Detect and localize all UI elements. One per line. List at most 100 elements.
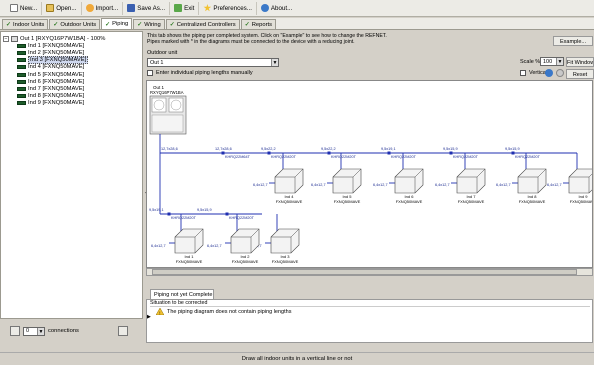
tree-item-indoor-unit[interactable]: Ind 7 [FXNQ50MAVE] bbox=[3, 85, 140, 92]
tab-reports[interactable]: ✓ Reports bbox=[240, 19, 277, 29]
pipe-size-label: 9,5x19,1 bbox=[381, 147, 396, 151]
new-button[interactable]: New... bbox=[6, 1, 43, 15]
indoor-unit-icon[interactable] bbox=[270, 228, 300, 254]
save-as-button[interactable]: Save As... bbox=[123, 1, 171, 15]
tab-outdoor-units[interactable]: ✓ Outdoor Units bbox=[49, 19, 101, 29]
exit-button[interactable]: Exit bbox=[170, 1, 200, 15]
delete-connection-button[interactable] bbox=[117, 326, 128, 336]
refnet-label: KHRQ22M20T bbox=[229, 216, 255, 220]
tab-centralized-controllers[interactable]: ✓ Centralized Controllers bbox=[165, 19, 240, 29]
indoor-unit-icon[interactable] bbox=[394, 168, 424, 194]
indoor-unit-model: FXNQ50MAVE bbox=[570, 199, 593, 204]
indoor-unit-model: FXNQ50MAVE bbox=[232, 259, 259, 264]
scale-select[interactable]: 100 ▼ bbox=[540, 57, 564, 66]
indoor-unit-model: FXNQ50MAVE bbox=[458, 199, 485, 204]
tree-item-label: Ind 9 [FXNQ50MAVE] bbox=[28, 100, 85, 107]
tree-item-indoor-unit[interactable]: Ind 6 [FXNQ50MAVE] bbox=[3, 78, 140, 85]
rotate-left-icon[interactable] bbox=[545, 69, 553, 77]
indoor-unit-model: FXNQ50MAVE bbox=[176, 259, 203, 264]
indoor-unit-icon bbox=[17, 86, 26, 91]
reset-button[interactable]: Reset bbox=[566, 69, 594, 79]
status-bar: Draw all indoor units in a vertical line… bbox=[0, 352, 594, 365]
pipe-size-label: 12,7x28,6 bbox=[215, 147, 232, 151]
vertical-checkbox[interactable]: Vertical bbox=[520, 70, 547, 76]
tab-piping-incomplete[interactable]: Piping not yet Complete bbox=[150, 289, 214, 299]
piping-diagram[interactable]: Out 1 RXYQ16P7W1BA 12,7x28,6 12,7x28,6 KHR… bbox=[146, 80, 593, 268]
indoor-unit-model: FXNQ50MAVE bbox=[276, 199, 303, 204]
svg-text:!: ! bbox=[159, 310, 160, 315]
indoor-unit-icon[interactable] bbox=[230, 228, 260, 254]
indoor-unit-icon bbox=[17, 43, 26, 48]
check-icon: ✓ bbox=[105, 21, 111, 28]
pipe-size-label: 6,4x12,7 bbox=[496, 183, 511, 187]
fit-window-button[interactable]: Fit Window bbox=[566, 57, 594, 67]
about-button[interactable]: About... bbox=[257, 2, 296, 15]
example-button[interactable]: Example... bbox=[553, 36, 593, 46]
tree-item-label: Ind 5 [FXNQ50MAVE] bbox=[28, 71, 85, 78]
info-icon bbox=[260, 4, 269, 12]
tab-piping[interactable]: ✓ Piping bbox=[101, 18, 133, 29]
star-icon bbox=[203, 4, 212, 12]
exit-icon bbox=[174, 4, 183, 12]
connections-select[interactable]: 0 ▼ bbox=[23, 326, 45, 336]
warning-icon: ! bbox=[156, 308, 164, 315]
outdoor-unit-icon[interactable] bbox=[149, 95, 187, 135]
refnet-label: KHRQ22M20T bbox=[171, 216, 197, 220]
issues-header: Situation to be corrected bbox=[150, 300, 590, 307]
pipe-size-label: 9,5x15,9 bbox=[197, 208, 212, 212]
open-folder-icon bbox=[46, 4, 55, 12]
issue-item[interactable]: ! The piping diagram does not contain pi… bbox=[156, 308, 291, 315]
piping-diagram-svg: Out 1 RXYQ16P7W1BA 12,7x28,6 12,7x28,6KHR… bbox=[149, 85, 593, 264]
save-icon bbox=[127, 4, 136, 12]
indoor-unit-icon[interactable] bbox=[456, 168, 486, 194]
scrollbar-thumb[interactable] bbox=[152, 269, 577, 275]
chevron-down-icon: ▼ bbox=[556, 58, 563, 65]
indoor-unit-icon[interactable] bbox=[274, 168, 304, 194]
refnet-label: KHRQ22M64T bbox=[225, 155, 251, 159]
check-icon: ✓ bbox=[244, 22, 250, 28]
outdoor-unit-select[interactable]: Out 1 ▼ bbox=[147, 58, 279, 67]
import-button[interactable]: Import... bbox=[82, 1, 124, 15]
outdoor-unit-label: Outdoor unit bbox=[147, 50, 178, 56]
rotate-right-icon[interactable] bbox=[556, 69, 564, 77]
indoor-unit-icon[interactable] bbox=[332, 168, 362, 194]
indoor-unit-icon[interactable] bbox=[568, 168, 593, 194]
pipe-size-label: 9,5x19,1 bbox=[149, 208, 164, 212]
tree-item-label: Ind 3 [FXNQ50MAVE] bbox=[28, 56, 89, 65]
tree-item-indoor-unit[interactable]: Ind 9 [FXNQ50MAVE] bbox=[3, 100, 140, 107]
tree-item-indoor-unit[interactable]: Ind 1 [FXNQ50MAVE] bbox=[3, 42, 140, 49]
tree-item-indoor-unit[interactable]: Ind 8 [FXNQ50MAVE] bbox=[3, 93, 140, 100]
check-icon: ✓ bbox=[6, 22, 12, 28]
indoor-unit-icon bbox=[17, 94, 26, 99]
tree-item-indoor-unit[interactable]: Ind 3 [FXNQ50MAVE] bbox=[3, 56, 140, 65]
indoor-unit-icon[interactable] bbox=[517, 168, 547, 194]
tree-item-label: Ind 7 [FXNQ50MAVE] bbox=[28, 85, 85, 92]
tree-item-indoor-unit[interactable]: Ind 4 [FXNQ50MAVE] bbox=[3, 64, 140, 71]
connections-label: connections bbox=[48, 328, 79, 334]
system-tree[interactable]: − Out 1 [RXYQ16P7W1BA] - 100% Ind 1 [FXN… bbox=[0, 31, 143, 319]
indoor-unit-model: FXNQ50MAVE bbox=[519, 199, 546, 204]
open-button[interactable]: Open... bbox=[42, 1, 82, 15]
connection-icon[interactable] bbox=[10, 326, 20, 336]
indoor-unit-icon[interactable] bbox=[174, 228, 204, 254]
preferences-button[interactable]: Preferences... bbox=[199, 1, 257, 15]
info-text: This tab shows the piping per completed … bbox=[147, 33, 387, 45]
pipe-size-label: 6,4x12,7 bbox=[207, 244, 222, 248]
tab-bar: ✓ Indoor Units ✓ Outdoor Units ✓ Piping ✓ Wi… bbox=[0, 18, 594, 30]
tree-item-label: Ind 2 [FXNQ50MAVE] bbox=[28, 49, 85, 56]
collapse-icon[interactable]: − bbox=[3, 35, 9, 42]
indoor-unit-model: FXNQ50MAVE bbox=[272, 259, 299, 264]
scale-label: Scale % bbox=[520, 59, 541, 65]
manual-lengths-checkbox[interactable]: Enter individual piping lengths manually bbox=[147, 70, 253, 76]
checkbox-icon bbox=[520, 70, 526, 76]
import-icon bbox=[85, 4, 94, 12]
tree-item-label: Ind 6 [FXNQ50MAVE] bbox=[28, 78, 85, 85]
tab-indoor-units[interactable]: ✓ Indoor Units bbox=[2, 19, 49, 29]
check-icon: ✓ bbox=[53, 22, 59, 28]
tree-root[interactable]: − Out 1 [RXYQ16P7W1BA] - 100% bbox=[3, 35, 140, 42]
expand-arrow-icon[interactable]: ▶ bbox=[147, 314, 151, 320]
pipe-size-label: 9,5x22,2 bbox=[261, 147, 276, 151]
indoor-unit-model: FXNQ50MAVE bbox=[396, 199, 423, 204]
tree-item-indoor-unit[interactable]: Ind 5 [FXNQ50MAVE] bbox=[3, 71, 140, 78]
tab-wiring[interactable]: ✓ Wiring bbox=[133, 19, 165, 29]
